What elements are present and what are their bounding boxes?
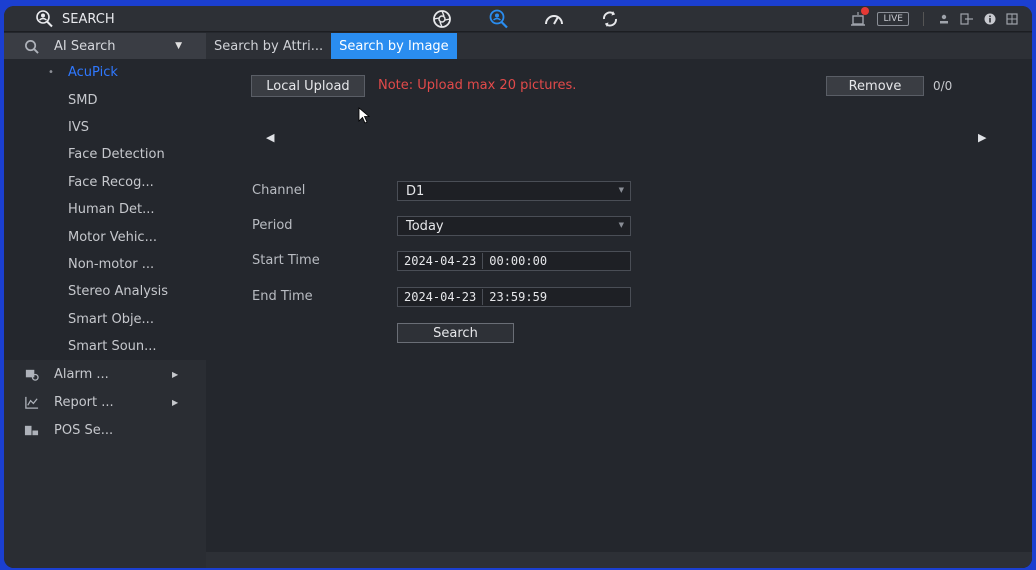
period-label: Period [252, 218, 293, 233]
nav-search-button[interactable] [470, 6, 526, 32]
chevron-right-icon: ▶ [172, 397, 179, 407]
app-title-text: SEARCH [62, 11, 115, 27]
main-panel: Search by Attri... Search by Image Local… [206, 33, 1032, 568]
alarm-badge [861, 7, 870, 15]
sidebar-item-smart-object[interactable]: Smart Obje... [4, 306, 206, 333]
end-time-value[interactable]: 23:59:59 [483, 290, 553, 304]
previous-image-button[interactable]: ◀ [266, 131, 274, 144]
sidebar-item-human-detection[interactable]: Human Det... [4, 196, 206, 223]
end-time-label: End Time [252, 289, 313, 304]
divider [923, 12, 924, 26]
camera-lens-icon [433, 10, 451, 28]
tab-bar: Search by Attri... Search by Image [206, 33, 1032, 59]
image-count: 0/0 [933, 79, 953, 93]
sidebar-item-acupick[interactable]: AcuPick [4, 59, 206, 86]
search-button[interactable]: Search [397, 323, 514, 343]
channel-select[interactable]: D1 ▼ [397, 181, 631, 201]
sidebar: AI Search ▼ AcuPick SMD IVS Face Detecti… [4, 33, 206, 568]
nav-sync-button[interactable] [582, 6, 638, 32]
sidebar-item-motor-vehicle[interactable]: Motor Vehic... [4, 223, 206, 250]
sidebar-item-ai-search[interactable]: AI Search ▼ [4, 33, 206, 59]
grid-icon[interactable] [1006, 13, 1018, 25]
chart-icon [22, 394, 40, 410]
channel-label: Channel [252, 183, 306, 198]
start-time-value[interactable]: 00:00:00 [483, 254, 553, 268]
nav-camera-button[interactable] [414, 6, 470, 32]
live-view-button[interactable]: LIVE [877, 12, 909, 26]
nav-performance-button[interactable] [526, 6, 582, 32]
sidebar-item-face-recognition[interactable]: Face Recog... [4, 169, 206, 196]
sidebar-item-smart-sound[interactable]: Smart Soun... [4, 333, 206, 360]
dropdown-arrow-icon: ▼ [618, 186, 624, 194]
sidebar-item-stereo-analysis[interactable]: Stereo Analysis [4, 278, 206, 305]
sidebar-item-label: AI Search [54, 38, 116, 54]
sync-icon [603, 11, 617, 27]
dropdown-arrow-icon: ▼ [618, 221, 624, 229]
chevron-right-icon: ▶ [172, 369, 179, 379]
tab-search-by-image[interactable]: Search by Image [331, 33, 457, 59]
sidebar-item-ivs[interactable]: IVS [4, 114, 206, 141]
upload-note: Note: Upload max 20 pictures. [378, 78, 577, 93]
sidebar-item-report[interactable]: Report ... ▶ [4, 388, 206, 417]
search-person-icon [36, 10, 53, 28]
status-icons: LIVE [849, 6, 1018, 32]
sidebar-item-smd[interactable]: SMD [4, 86, 206, 113]
chevron-down-icon: ▼ [175, 41, 182, 51]
start-date-value[interactable]: 2024-04-23 [398, 254, 482, 268]
sidebar-item-face-detection[interactable]: Face Detection [4, 141, 206, 168]
pos-terminal-icon [22, 422, 40, 438]
end-time-field[interactable]: 2024-04-23 23:59:59 [397, 287, 631, 307]
start-time-label: Start Time [252, 253, 320, 268]
ai-search-icon [22, 38, 40, 54]
alarm-button[interactable] [849, 7, 870, 28]
start-time-field[interactable]: 2024-04-23 00:00:00 [397, 251, 631, 271]
tab-search-by-attributes[interactable]: Search by Attri... [206, 33, 331, 59]
sidebar-item-label: Report ... [54, 394, 114, 410]
ai-search-submenu: AcuPick SMD IVS Face Detection Face Reco… [4, 59, 206, 361]
logout-icon[interactable] [960, 13, 974, 25]
user-icon[interactable] [938, 13, 950, 25]
sidebar-item-alarm[interactable]: Alarm ... ▶ [4, 360, 206, 389]
search-person-icon [489, 9, 508, 29]
remove-button[interactable]: Remove [826, 76, 924, 96]
channel-value: D1 [406, 183, 425, 199]
sidebar-item-label: POS Se... [54, 422, 114, 438]
sidebar-item-label: Alarm ... [54, 366, 109, 382]
period-value: Today [406, 218, 444, 234]
period-select[interactable]: Today ▼ [397, 216, 631, 236]
app-window: SEARCH LIVE AI Search ▼ • AcuPick SMD IV… [4, 6, 1032, 568]
alarm-search-icon [22, 366, 40, 382]
local-upload-button[interactable]: Local Upload [251, 75, 365, 97]
performance-gauge-icon [545, 15, 563, 25]
mouse-cursor-icon [358, 107, 371, 124]
status-strip [206, 552, 1032, 568]
sidebar-item-pos[interactable]: POS Se... [4, 416, 206, 445]
app-title: SEARCH [34, 8, 115, 30]
main-nav [414, 6, 638, 32]
info-icon[interactable] [984, 13, 996, 25]
top-bar: SEARCH LIVE [4, 6, 1032, 32]
next-image-button[interactable]: ▶ [978, 131, 986, 144]
sidebar-item-non-motor[interactable]: Non-motor ... [4, 251, 206, 278]
end-date-value[interactable]: 2024-04-23 [398, 290, 482, 304]
